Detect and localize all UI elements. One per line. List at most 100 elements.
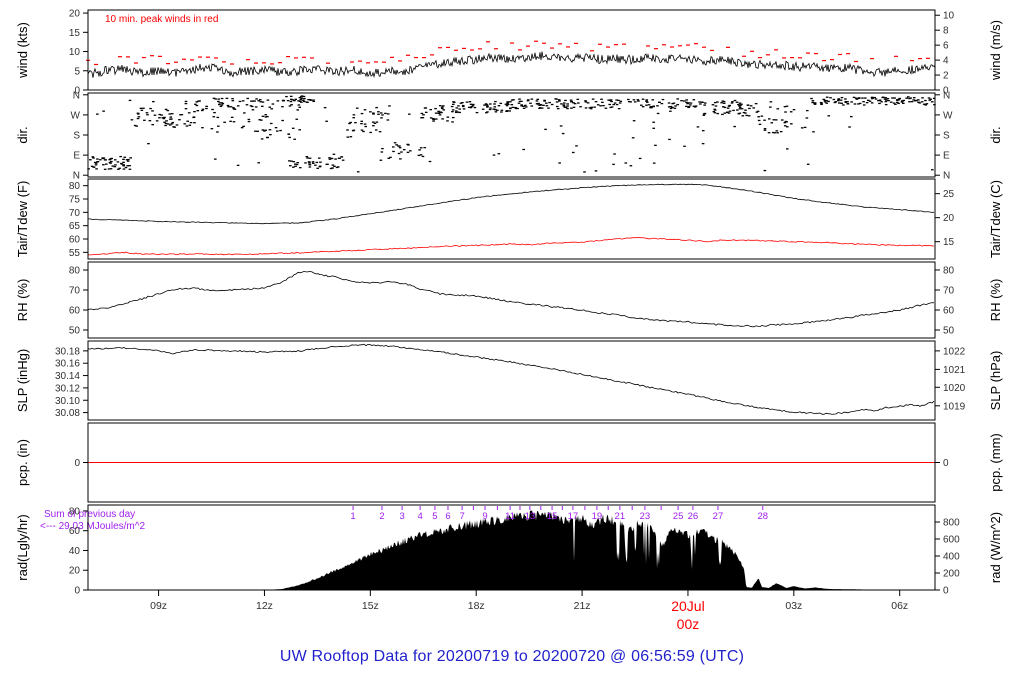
wind-dir-dot xyxy=(673,107,677,109)
wind-dir-dot xyxy=(346,136,350,138)
wind-dir-dot xyxy=(332,153,336,155)
wind-dir-dot xyxy=(409,150,412,152)
cumulative-mj-label: 19 xyxy=(592,511,603,522)
wind-dir-dot xyxy=(442,109,446,111)
wind-dir-dot xyxy=(243,112,246,114)
wind-dir-dot xyxy=(687,106,690,109)
y-tick-label-left: N xyxy=(73,90,80,101)
wind-dir-dot xyxy=(268,129,272,131)
wind-dir-dot xyxy=(308,99,312,101)
wind-dir-dot xyxy=(360,112,364,115)
panel-wind: 051015200246810wind (kts) wind (m/s)10 mi… xyxy=(15,9,1003,97)
wind-dir-dot xyxy=(113,166,117,168)
wind-dir-dot xyxy=(613,153,616,155)
wind-dir-dot xyxy=(399,158,402,160)
wind-dir-dot xyxy=(658,101,661,104)
wind-dir-dot xyxy=(676,103,680,106)
wind-dir-dot xyxy=(518,98,521,100)
wind-dir-dot xyxy=(925,103,929,105)
y-tick-label-right: 800 xyxy=(943,518,960,529)
wind-dir-dot xyxy=(250,100,253,102)
wind-dir-dot xyxy=(269,134,272,136)
wind-dir-dot xyxy=(712,110,716,113)
wind-dir-dot xyxy=(905,97,908,99)
wind-dir-dot xyxy=(716,112,720,115)
wind-dir-dot xyxy=(516,107,519,110)
y-tick-label-left: N xyxy=(73,171,80,182)
wind-dir-dot xyxy=(862,104,866,106)
wind-dir-dot xyxy=(108,159,112,161)
wind-dir-dot xyxy=(205,107,208,110)
wind-dir-dot xyxy=(271,103,275,105)
wind-dir-dot xyxy=(792,109,796,111)
y-axis-label-right: rad (W/m^2) xyxy=(988,512,1003,583)
wind-dir-dot xyxy=(837,99,840,102)
wind-dir-dot xyxy=(542,104,545,107)
wind-dir-dot xyxy=(446,120,449,122)
wind-dir-dot xyxy=(467,106,471,109)
wind-dir-dot xyxy=(294,163,297,165)
wind-dir-dot xyxy=(776,108,780,110)
wind-dir-dot xyxy=(696,126,700,128)
wind-dir-dot xyxy=(685,101,688,103)
wind-dir-dot xyxy=(854,97,858,99)
wind-dir-dot xyxy=(296,161,300,164)
wind-dir-dot xyxy=(583,171,586,173)
wind-dir-dot xyxy=(506,110,509,112)
wind-dir-dot xyxy=(783,125,787,127)
wind-dir-dot xyxy=(770,122,774,124)
wind-dir-dot xyxy=(147,142,150,145)
cumulative-mj-label: 25 xyxy=(673,511,684,522)
wind-dir-dot xyxy=(189,121,193,124)
wind-dir-dot xyxy=(116,161,120,163)
wind-dir-dot xyxy=(918,102,922,104)
wind-dir-dot xyxy=(266,115,269,118)
wind-dir-dot xyxy=(783,106,787,108)
wind-dir-dot xyxy=(458,108,461,110)
wind-dir-dot xyxy=(748,107,751,110)
wind-dir-dot xyxy=(302,100,306,103)
wind-dir-dot xyxy=(593,106,596,108)
wind-dir-dot xyxy=(522,107,526,109)
wind-dir-dot xyxy=(820,103,823,106)
wind-dir-dot xyxy=(102,110,105,112)
wind-dir-dot xyxy=(94,164,98,166)
wind-dir-dot xyxy=(329,167,333,170)
wind-dir-dot xyxy=(524,104,527,107)
wind-dir-dot xyxy=(91,156,95,158)
wind-dir-dot xyxy=(604,107,608,109)
wind-dir-dot xyxy=(227,106,230,108)
x-tick-label-date: 20Jul xyxy=(671,598,704,614)
wind-dir-dot xyxy=(288,136,291,139)
wind-dir-dot xyxy=(564,99,567,102)
wind-dir-dot xyxy=(232,107,235,109)
wind-dir-dot xyxy=(559,125,563,127)
wind-dir-dot xyxy=(437,110,440,113)
wind-dir-dot xyxy=(733,125,736,128)
peak-winds-annotation: 10 min. peak winds in red xyxy=(105,14,218,25)
wind-dir-dot xyxy=(352,114,356,116)
series-line xyxy=(88,183,934,225)
wind-dir-dot xyxy=(738,102,742,104)
wind-dir-dot xyxy=(647,104,651,106)
y-axis-label-right: RH (%) xyxy=(988,279,1003,322)
wind-dir-dot xyxy=(360,129,364,131)
wind-dir-dot xyxy=(276,100,280,102)
wind-dir-dot xyxy=(226,104,230,107)
wind-dir-dot xyxy=(421,155,425,158)
wind-dir-dot xyxy=(349,136,353,138)
wind-dir-dot xyxy=(584,100,587,102)
wind-dir-dot xyxy=(906,96,910,98)
wind-dir-dot xyxy=(105,163,108,165)
wind-dir-dot xyxy=(151,124,154,126)
wind-dir-dot xyxy=(486,111,489,113)
wind-dir-dot xyxy=(335,166,339,169)
wind-dir-dot xyxy=(420,117,423,119)
wind-dir-dot xyxy=(306,157,309,159)
wind-dir-dot xyxy=(372,113,375,115)
wind-dir-dot xyxy=(165,120,168,122)
wind-dir-dot xyxy=(483,104,486,106)
wind-dir-dot xyxy=(122,158,125,160)
cumulative-mj-label: 7 xyxy=(459,511,464,522)
y-axis-label-left: rad(Lgly/hr) xyxy=(15,514,30,580)
